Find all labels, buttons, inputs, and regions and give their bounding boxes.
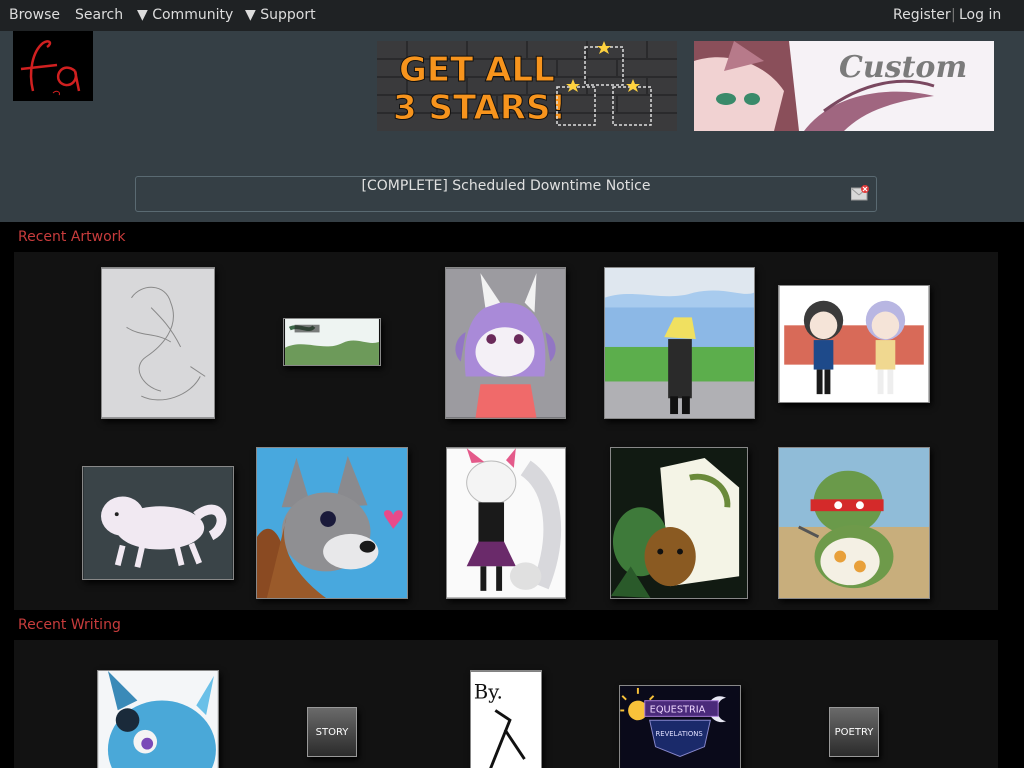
writing-thumb-blue-cat[interactable] (97, 670, 219, 768)
site-logo[interactable] (13, 31, 93, 101)
notice-text: [COMPLETE] Scheduled Downtime Notice (361, 178, 651, 194)
stars-game-banner[interactable]: GET ALL 3 STARS! (377, 41, 677, 131)
artwork-thumb-tiger[interactable] (445, 267, 566, 419)
equestria-title-text: EQUESTRIA (650, 704, 706, 715)
nav-community-menu[interactable]: ▼ Community (137, 7, 233, 23)
artwork-thumb-skeleton-fox[interactable] (446, 447, 566, 599)
nav-login-link[interactable]: Log in (959, 7, 1001, 23)
nav-support-menu[interactable]: ▼ Support (245, 7, 316, 23)
banner2-custom-text: Custom (839, 50, 967, 85)
writing-thumb-equestria[interactable]: EQUESTRIA REVELATIONS (619, 685, 741, 768)
artwork-thumb-blond-character[interactable] (604, 267, 755, 419)
recent-writing-heading[interactable]: Recent Writing (18, 617, 121, 633)
recent-artwork-heading[interactable]: Recent Artwork (18, 229, 126, 245)
writing-story-button[interactable]: STORY (307, 707, 357, 757)
artwork-thumb-landscape[interactable] (283, 318, 381, 366)
banner1-line1-text: GET ALL (399, 50, 555, 90)
artwork-thumb-wolf[interactable] (256, 447, 408, 599)
writing-poetry-button[interactable]: POETRY (829, 707, 879, 757)
downtime-notice-bar[interactable]: [COMPLETE] Scheduled Downtime Notice (135, 176, 877, 212)
banner1-line2-text: 3 STARS! (393, 88, 566, 128)
nav-register-link[interactable]: Register (893, 7, 951, 23)
nav-browse-link[interactable]: Browse (9, 7, 60, 23)
artwork-thumb-cats-dark[interactable] (610, 447, 748, 599)
artwork-thumb-two-chibis[interactable] (778, 285, 930, 403)
writing-thumb-byline[interactable]: By. (470, 670, 542, 768)
custom-commission-banner[interactable]: Custom (694, 41, 994, 131)
artwork-thumb-white-dog[interactable] (82, 466, 234, 580)
recent-writing-panel: STORY By. EQUESTRIA REVELATIONS POETRY (14, 640, 998, 768)
top-navigation-bar: Browse Search ▼ Community ▼ Support Regi… (0, 0, 1024, 31)
notice-close-icon[interactable] (850, 185, 870, 201)
artwork-thumb-sketch[interactable] (101, 267, 215, 419)
nav-search-link[interactable]: Search (75, 7, 123, 23)
recent-artwork-panel (14, 252, 998, 610)
byline-text: By. (474, 681, 503, 704)
equestria-subtitle-text: REVELATIONS (656, 730, 703, 738)
site-header: GET ALL 3 STARS! Custom [COMPLETE] Sched… (0, 31, 1024, 222)
artwork-thumb-ninja-turtle[interactable] (778, 447, 930, 599)
nav-separator: | (951, 7, 956, 23)
